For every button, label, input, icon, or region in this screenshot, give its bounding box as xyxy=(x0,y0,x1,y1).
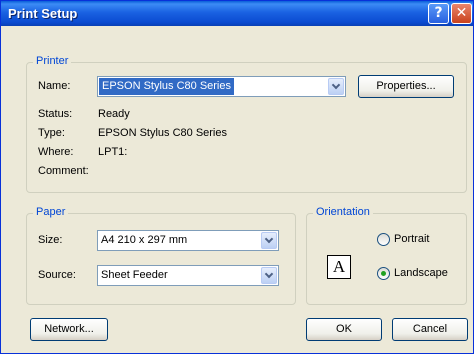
title-bar[interactable]: Print Setup ? ✕ xyxy=(1,1,473,26)
portrait-radio[interactable] xyxy=(377,233,390,246)
landscape-page-icon: A xyxy=(327,255,351,279)
status-value: Ready xyxy=(98,108,130,120)
paper-group-label: Paper xyxy=(33,206,69,218)
paper-size-dropdown[interactable]: A4 210 x 297 mm xyxy=(97,230,279,251)
printer-name-dropdown[interactable]: EPSON Stylus C80 Series xyxy=(97,76,346,97)
close-button[interactable]: ✕ xyxy=(451,3,472,24)
chevron-down-icon[interactable] xyxy=(328,78,344,95)
paper-group: Paper xyxy=(26,206,296,305)
where-value: LPT1: xyxy=(98,146,128,158)
help-button[interactable]: ? xyxy=(428,3,449,24)
chevron-down-icon[interactable] xyxy=(261,267,277,284)
printer-group-label: Printer xyxy=(33,55,72,67)
network-button[interactable]: Network... xyxy=(30,318,108,341)
help-icon: ? xyxy=(434,5,443,21)
properties-button[interactable]: Properties... xyxy=(358,75,454,98)
paper-source-value: Sheet Feeder xyxy=(101,269,168,281)
landscape-label[interactable]: Landscape xyxy=(394,267,448,279)
size-label: Size: xyxy=(38,234,63,246)
where-label: Where: xyxy=(38,146,74,158)
paper-size-value: A4 210 x 297 mm xyxy=(101,234,188,246)
close-icon: ✕ xyxy=(455,5,468,21)
source-label: Source: xyxy=(38,269,76,281)
status-label: Status: xyxy=(38,108,73,120)
print-setup-dialog: Print Setup ? ✕ Printer Name: EPSON Styl… xyxy=(0,0,474,354)
type-value: EPSON Stylus C80 Series xyxy=(98,127,227,139)
portrait-label[interactable]: Portrait xyxy=(394,233,429,245)
paper-source-dropdown[interactable]: Sheet Feeder xyxy=(97,265,279,286)
printer-name-value: EPSON Stylus C80 Series xyxy=(99,78,234,95)
landscape-radio[interactable] xyxy=(377,267,390,280)
comment-label: Comment: xyxy=(38,165,89,177)
name-label: Name: xyxy=(38,80,71,92)
dialog-title: Print Setup xyxy=(8,6,78,21)
type-label: Type: xyxy=(38,127,65,139)
chevron-down-icon[interactable] xyxy=(261,232,277,249)
orientation-group-label: Orientation xyxy=(313,206,373,218)
ok-button[interactable]: OK xyxy=(306,318,382,341)
cancel-button[interactable]: Cancel xyxy=(392,318,468,341)
